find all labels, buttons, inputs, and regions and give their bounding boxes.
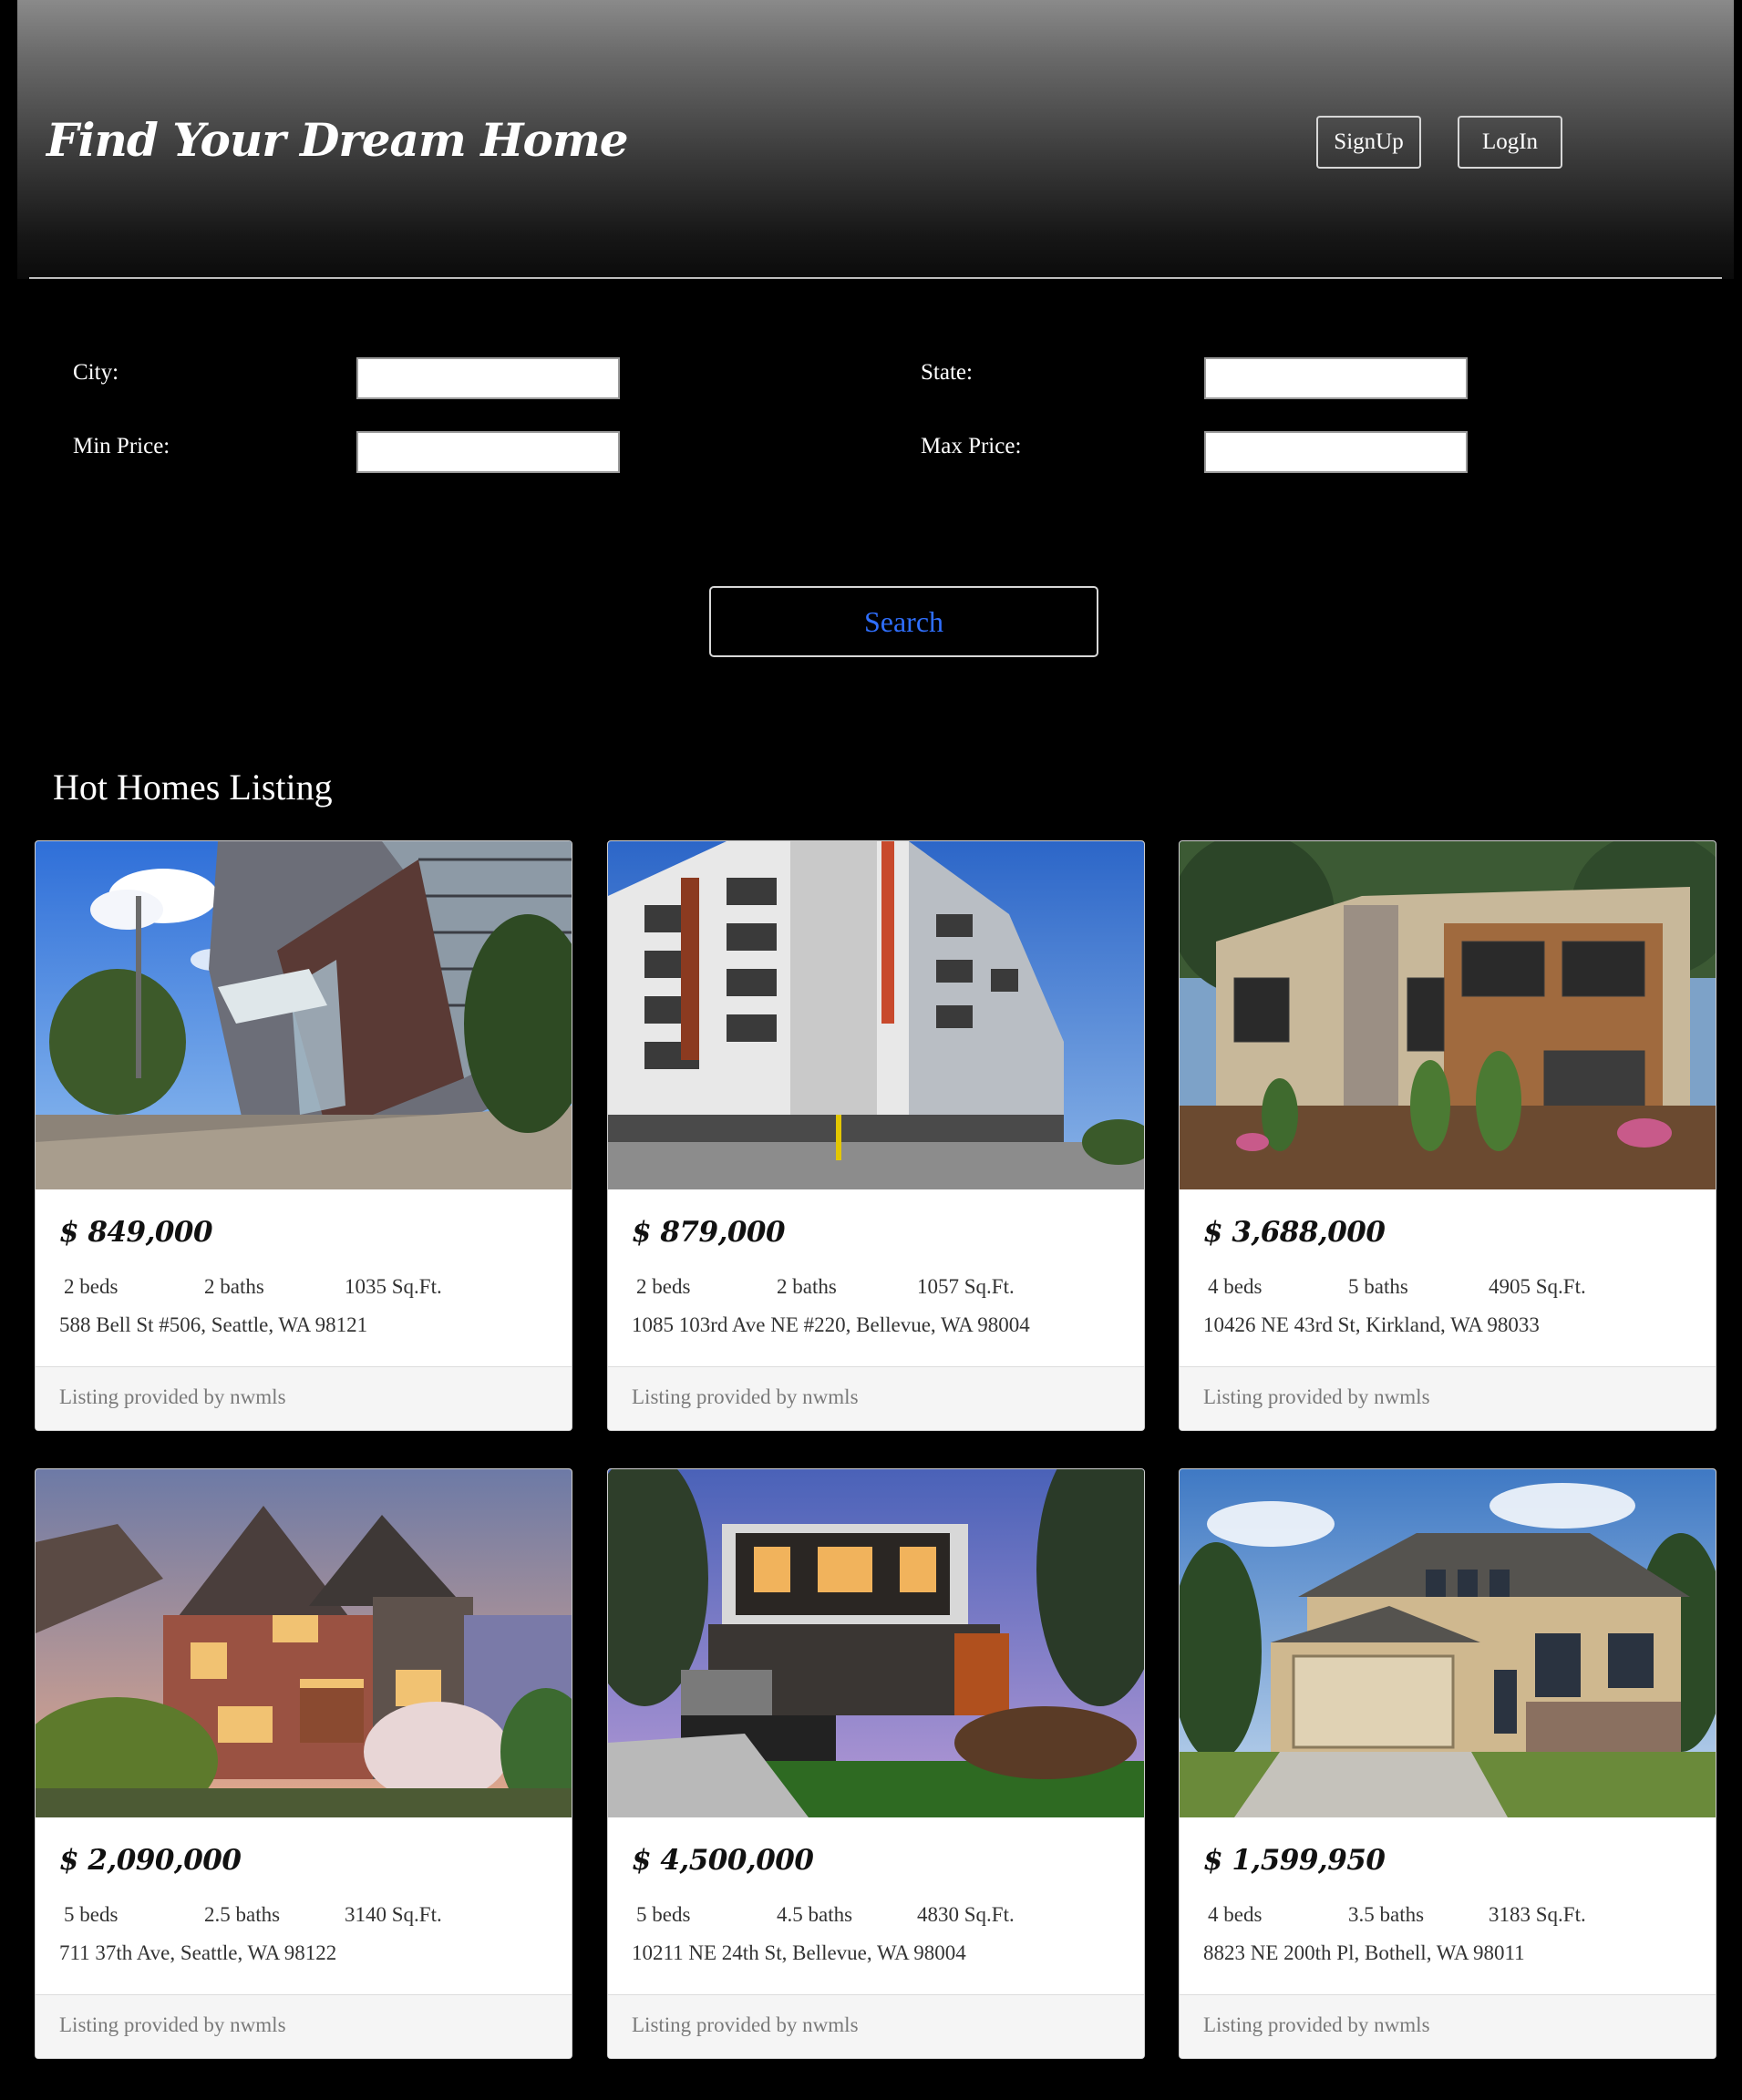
listing-source: Listing provided by nwmls xyxy=(632,2013,859,2036)
min-price-input[interactable] xyxy=(356,431,620,473)
listing-card[interactable]: $ 2,090,000 5 beds 2.5 baths 3140 Sq.Ft.… xyxy=(35,1468,572,2059)
listing-beds: 5 beds xyxy=(64,1903,119,1926)
card-footer: Listing provided by nwmls xyxy=(1180,1366,1716,1430)
listing-price: $ 3,688,000 xyxy=(1203,1216,1386,1249)
listing-beds: 5 beds xyxy=(636,1903,691,1926)
listing-baths: 2.5 baths xyxy=(204,1903,281,1926)
listing-sqft: 3183 Sq.Ft. xyxy=(1489,1903,1586,1926)
listing-card[interactable]: $ 3,688,000 4 beds 5 baths 4905 Sq.Ft. 1… xyxy=(1179,840,1716,1431)
listing-sqft: 3140 Sq.Ft. xyxy=(345,1903,442,1926)
listing-price: $ 4,500,000 xyxy=(632,1844,814,1877)
suburban-house-photo[interactable] xyxy=(1180,1469,1716,1817)
listing-beds: 2 beds xyxy=(64,1275,119,1298)
listing-title: Hot Homes Listing xyxy=(53,767,333,808)
listing-source: Listing provided by nwmls xyxy=(1203,2013,1430,2036)
listing-sqft: 4905 Sq.Ft. xyxy=(1489,1275,1586,1298)
listing-source: Listing provided by nwmls xyxy=(59,2013,286,2036)
listing-source: Listing provided by nwmls xyxy=(1203,1385,1430,1408)
listing-price: $ 849,000 xyxy=(59,1216,213,1249)
header-divider xyxy=(29,277,1722,279)
contemporary-house-photo[interactable] xyxy=(608,1469,1144,1817)
listing-source: Listing provided by nwmls xyxy=(632,1385,859,1408)
listing-sqft: 1035 Sq.Ft. xyxy=(345,1275,442,1298)
search-button[interactable]: Search xyxy=(709,586,1098,657)
listing-baths: 3.5 baths xyxy=(1348,1903,1425,1926)
listing-card[interactable]: $ 1,599,950 4 beds 3.5 baths 3183 Sq.Ft.… xyxy=(1179,1468,1716,2059)
brand-title: Find Your Dream Home xyxy=(46,113,629,167)
listing-address: 711 37th Ave, Seattle, WA 98122 xyxy=(59,1941,337,1964)
card-footer: Listing provided by nwmls xyxy=(36,1366,572,1430)
login-button[interactable]: LogIn xyxy=(1458,116,1562,169)
listing-sqft: 1057 Sq.Ft. xyxy=(917,1275,1015,1298)
listing-card[interactable]: $ 4,500,000 5 beds 4.5 baths 4830 Sq.Ft.… xyxy=(607,1468,1145,2059)
listing-beds: 2 beds xyxy=(636,1275,691,1298)
signup-button[interactable]: SignUp xyxy=(1316,116,1421,169)
listing-card[interactable]: $ 879,000 2 beds 2 baths 1057 Sq.Ft. 108… xyxy=(607,840,1145,1431)
listing-card[interactable]: $ 849,000 2 beds 2 baths 1035 Sq.Ft. 588… xyxy=(35,840,572,1431)
card-footer: Listing provided by nwmls xyxy=(1180,1994,1716,2058)
listing-price: $ 2,090,000 xyxy=(59,1844,242,1877)
state-label: State: xyxy=(921,360,973,385)
apartment-tower-photo[interactable] xyxy=(36,841,572,1189)
listing-sqft: 4830 Sq.Ft. xyxy=(917,1903,1015,1926)
min-price-label: Min Price: xyxy=(73,434,170,458)
max-price-input[interactable] xyxy=(1204,431,1468,473)
condo-building-photo[interactable] xyxy=(608,841,1144,1189)
listing-beds: 4 beds xyxy=(1208,1903,1263,1926)
city-input[interactable] xyxy=(356,357,620,399)
city-label: City: xyxy=(73,360,119,385)
listing-address: 10426 NE 43rd St, Kirkland, WA 98033 xyxy=(1203,1313,1540,1336)
listing-source: Listing provided by nwmls xyxy=(59,1385,286,1408)
listing-price: $ 1,599,950 xyxy=(1203,1844,1386,1877)
listing-baths: 5 baths xyxy=(1348,1275,1408,1298)
listing-address: 8823 NE 200th Pl, Bothell, WA 98011 xyxy=(1203,1941,1525,1964)
card-footer: Listing provided by nwmls xyxy=(608,1994,1144,2058)
listing-address: 10211 NE 24th St, Bellevue, WA 98004 xyxy=(632,1941,966,1964)
listing-price: $ 879,000 xyxy=(632,1216,786,1249)
tudor-house-photo[interactable] xyxy=(36,1469,572,1817)
modern-house-photo[interactable] xyxy=(1180,841,1716,1189)
state-input[interactable] xyxy=(1204,357,1468,399)
listing-baths: 4.5 baths xyxy=(777,1903,853,1926)
listing-address: 588 Bell St #506, Seattle, WA 98121 xyxy=(59,1313,368,1336)
card-footer: Listing provided by nwmls xyxy=(608,1366,1144,1430)
card-footer: Listing provided by nwmls xyxy=(36,1994,572,2058)
listing-baths: 2 baths xyxy=(204,1275,264,1298)
max-price-label: Max Price: xyxy=(921,434,1022,458)
listing-baths: 2 baths xyxy=(777,1275,837,1298)
listing-address: 1085 103rd Ave NE #220, Bellevue, WA 980… xyxy=(632,1313,1030,1336)
listing-beds: 4 beds xyxy=(1208,1275,1263,1298)
